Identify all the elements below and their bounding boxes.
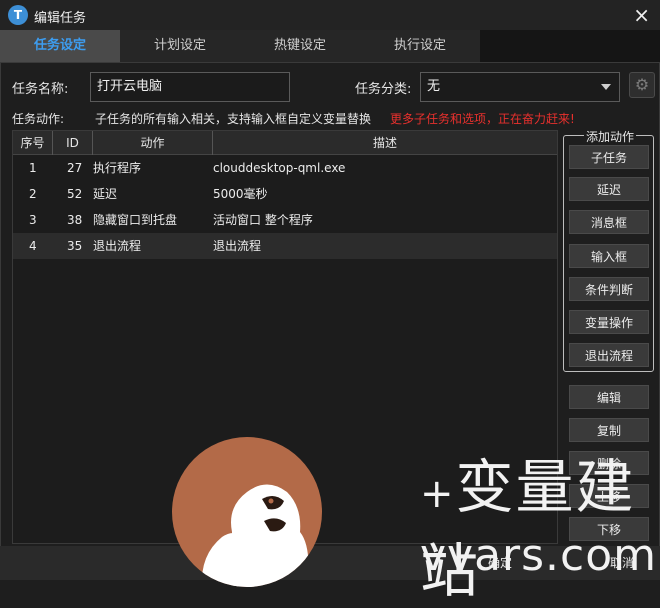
row-action: 执行程序	[93, 161, 142, 175]
task-actions-label: 任务动作:	[12, 112, 65, 126]
row-seq: 4	[29, 239, 37, 253]
add-exit-flow-button[interactable]: 退出流程	[569, 343, 649, 367]
add-messagebox-button[interactable]: 消息框	[569, 210, 649, 234]
row-id: 38	[67, 213, 83, 227]
add-inputbox-button[interactable]: 输入框	[569, 244, 649, 268]
app-logo-icon: T	[8, 5, 28, 25]
task-name-label: 任务名称:	[12, 82, 69, 97]
watermark-plus: +	[420, 471, 456, 517]
tab-hotkey-settings[interactable]: 热键设定	[240, 30, 360, 62]
gear-icon[interactable]: ⚙	[629, 72, 655, 98]
row-id: 52	[67, 187, 83, 201]
close-icon[interactable]: ×	[633, 3, 650, 27]
add-subtask-button[interactable]: 子任务	[569, 145, 649, 169]
table-row[interactable]: 1 27 执行程序 clouddesktop-qml.exe	[13, 155, 557, 181]
column-header-seq[interactable]: 序号	[13, 131, 53, 155]
tab-execution-settings[interactable]: 执行设定	[360, 30, 480, 62]
tab-bar: 任务设定 计划设定 热键设定 执行设定	[0, 30, 660, 62]
table-row-selected[interactable]: 4 35 退出流程 退出流程	[13, 233, 557, 259]
watermark-text: +变量建站	[420, 440, 660, 608]
column-header-description[interactable]: 描述	[213, 131, 557, 155]
table-row[interactable]: 3 38 隐藏窗口到托盘 活动窗口 整个程序	[13, 207, 557, 233]
row-seq: 2	[29, 187, 37, 201]
task-category-select[interactable]: 无	[420, 72, 620, 102]
add-condition-button[interactable]: 条件判断	[569, 277, 649, 301]
add-variable-op-button[interactable]: 变量操作	[569, 310, 649, 334]
row-id: 27	[67, 161, 83, 175]
row-seq: 3	[29, 213, 37, 227]
task-category-value: 无	[427, 79, 441, 94]
table-row[interactable]: 2 52 延迟 5000毫秒	[13, 181, 557, 207]
task-name-input[interactable]: 打开云电脑	[90, 72, 290, 102]
coming-soon-notice: 更多子任务和选项，正在奋力赶来!	[390, 112, 575, 126]
row-seq: 1	[29, 161, 37, 175]
edit-button[interactable]: 编辑	[569, 385, 649, 409]
row-id: 35	[67, 239, 83, 253]
task-category-label: 任务分类:	[355, 82, 412, 97]
tab-schedule-settings[interactable]: 计划设定	[120, 30, 240, 62]
window-title: 编辑任务	[34, 11, 87, 26]
add-delay-button[interactable]: 延迟	[569, 177, 649, 201]
gorilla-logo-watermark	[172, 437, 322, 587]
tab-task-settings[interactable]: 任务设定	[0, 30, 120, 62]
row-description: 5000毫秒	[213, 187, 268, 201]
column-header-id[interactable]: ID	[53, 131, 93, 155]
row-description: clouddesktop-qml.exe	[213, 161, 346, 175]
table-header: 序号 ID 动作 描述	[13, 131, 557, 155]
copy-button[interactable]: 复制	[569, 418, 649, 442]
variable-hint-text: 子任务的所有输入相关，支持输入框自定义变量替换	[95, 112, 372, 126]
add-action-group-title: 添加动作	[584, 128, 637, 145]
row-action: 延迟	[93, 187, 118, 201]
row-action: 退出流程	[93, 239, 142, 253]
title-bar: T 编辑任务 ×	[0, 0, 660, 30]
watermark-url: vvars.com	[420, 530, 658, 581]
row-description: 活动窗口 整个程序	[213, 213, 313, 227]
row-description: 退出流程	[213, 239, 262, 253]
column-header-action[interactable]: 动作	[93, 131, 213, 155]
chevron-down-icon	[601, 84, 611, 90]
row-action: 隐藏窗口到托盘	[93, 213, 178, 227]
